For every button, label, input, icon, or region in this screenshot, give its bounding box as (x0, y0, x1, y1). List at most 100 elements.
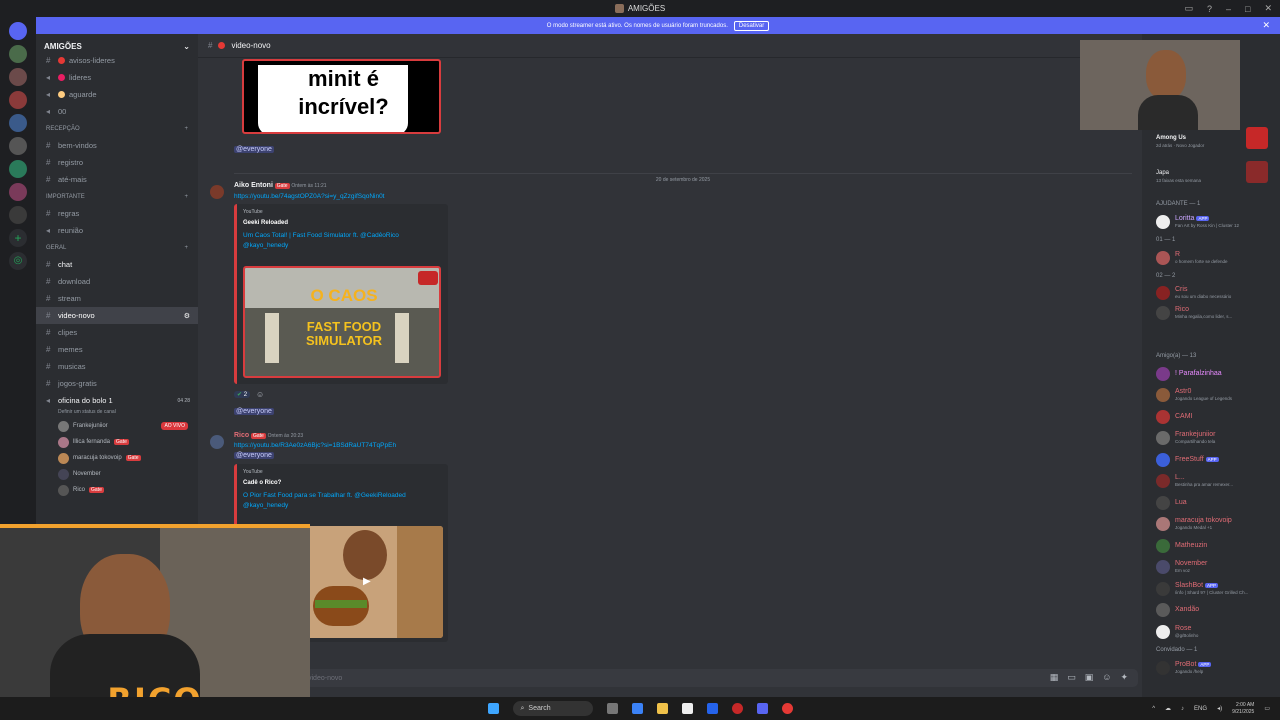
inbox-icon[interactable]: ▭ (1184, 3, 1193, 14)
channel-registro[interactable]: # registro (36, 154, 198, 171)
message-author[interactable]: Aiko Entoni (234, 182, 273, 189)
volume-icon[interactable]: ◂) (1217, 705, 1222, 712)
video-thumbnail[interactable]: O CAOS FAST FOOD SIMULATOR (243, 266, 441, 378)
channel-musicas[interactable]: # musicas (36, 358, 198, 375)
channel-aguarde[interactable]: ◂ aguarde (36, 86, 198, 103)
channel-reuniao[interactable]: ◂ reunião (36, 222, 198, 239)
add-server-icon[interactable]: + (9, 229, 27, 247)
settings-icon[interactable]: ⚙ (184, 312, 190, 320)
server-icon[interactable] (9, 183, 27, 201)
member-item[interactable]: Xandão (1142, 600, 1280, 622)
notification-icon[interactable]: ▭ (1264, 705, 1270, 712)
member-item[interactable]: November Em voz (1142, 557, 1280, 579)
clock[interactable]: 2:00 AM 9/21/2025 (1232, 702, 1254, 716)
member-item[interactable]: Frankejuniior Compartilhando tela (1142, 428, 1280, 450)
message-input[interactable]: video-novo ▦ ▭ ▣ ☺ ✦ (298, 669, 1138, 687)
voice-user[interactable]: November (36, 466, 198, 482)
add-reaction-icon[interactable]: ☺ (256, 390, 264, 399)
channel-video-novo[interactable]: # video-novo ⚙ (36, 307, 198, 324)
category-importante[interactable]: IMPORTANTE + (36, 188, 198, 205)
channel-lideres[interactable]: ◂ lideres (36, 69, 198, 86)
category-recepcao[interactable]: RECEPÇÃO + (36, 120, 198, 137)
embed-author[interactable]: Cadê o Rico? (243, 480, 442, 486)
category-geral[interactable]: Geral + (36, 239, 198, 256)
member-item[interactable]: Loritta APP Fan Art by Ross Kin | Cluster … (1142, 211, 1280, 233)
member-item[interactable]: L... Bestinha pra amar remexer... (1142, 471, 1280, 493)
language-indicator[interactable]: ENG (1194, 706, 1207, 712)
task-view-icon[interactable] (606, 703, 618, 714)
embed-title[interactable]: Um Caos Total! | Fast Food Simulator ft.… (243, 231, 438, 251)
voice-user[interactable]: maracuja tokovoip Gate (36, 450, 198, 466)
windows-start-icon[interactable] (487, 703, 499, 714)
server-icon[interactable] (9, 68, 27, 86)
activity-user[interactable]: Japa (1156, 170, 1169, 176)
member-item[interactable]: Lua (1142, 492, 1280, 514)
video-thumbnail[interactable]: ▶ (303, 526, 443, 638)
chevron-up-icon[interactable]: ^ (1152, 706, 1155, 712)
video-thumbnail[interactable]: minit é incrível? (242, 59, 441, 134)
cloud-icon[interactable]: ☁ (1165, 705, 1171, 712)
server-icon[interactable] (9, 114, 27, 132)
store-icon[interactable] (681, 703, 693, 714)
edge-icon[interactable] (631, 703, 643, 714)
server-icon[interactable] (9, 45, 27, 63)
member-item[interactable]: Cris eu sou um diabo necessário (1142, 283, 1280, 303)
opera-icon[interactable] (731, 703, 743, 714)
taskbar-search[interactable]: ⌕ Search (512, 701, 593, 716)
everyone-mention[interactable]: @everyone (234, 146, 274, 153)
channel-jogos-gratis[interactable]: # jogos-gratis (36, 375, 198, 392)
add-channel-icon[interactable]: + (184, 245, 188, 251)
server-icon[interactable] (9, 137, 27, 155)
member-item[interactable]: ! Parafalzinhaa (1142, 363, 1280, 385)
discover-icon[interactable]: ◎ (9, 252, 27, 270)
member-item[interactable]: Ro homem forte se defende (1142, 247, 1280, 269)
home-icon[interactable] (9, 22, 27, 40)
voice-status-hint[interactable]: Definir um status de canal (36, 409, 198, 418)
gif-icon[interactable]: ▭ (1067, 672, 1076, 683)
minimize-button[interactable]: – (1226, 4, 1231, 14)
voice-channel[interactable]: ◂ oficina do bolo 1 04 28 (36, 392, 198, 409)
member-item[interactable]: ProBot APP Jogando /help (1142, 657, 1280, 679)
close-button[interactable]: ✕ (1264, 3, 1272, 14)
apps-icon[interactable]: ✦ (1120, 672, 1128, 683)
member-item[interactable]: CAMI (1142, 406, 1280, 428)
member-item[interactable]: Rico Minha regalia,como lider, s... (1142, 303, 1280, 323)
add-channel-icon[interactable]: + (184, 194, 188, 200)
obs-icon[interactable] (781, 703, 793, 714)
member-item[interactable]: Rose @g/Bolinho (1142, 621, 1280, 643)
member-item[interactable]: Matheuzin (1142, 535, 1280, 557)
server-icon[interactable] (9, 91, 27, 109)
voice-user[interactable]: Frankejuniior AO VIVO (36, 418, 198, 434)
gift-icon[interactable]: ▦ (1050, 672, 1059, 683)
message-link[interactable]: https://youtu.be/74agstOPZ0A?si=y_qZzgif… (234, 193, 385, 200)
mic-icon[interactable]: ♪ (1181, 706, 1184, 712)
sticker-icon[interactable]: ▣ (1085, 672, 1094, 683)
voice-user[interactable]: Rico Gate (36, 482, 198, 498)
everyone-mention[interactable]: @everyone (234, 408, 274, 415)
voice-user[interactable]: lllica fernanda Gate (36, 434, 198, 450)
message-author[interactable]: Rico (234, 432, 249, 439)
banner-close-icon[interactable]: ✕ (1262, 20, 1270, 31)
member-item[interactable]: Astr0 Jogando League of Legends (1142, 385, 1280, 407)
channel-memes[interactable]: # memes (36, 341, 198, 358)
channel-avisos-lideres[interactable]: # avisos-lideres (36, 52, 198, 69)
reaction-check[interactable]: ✔ 2 (234, 391, 251, 398)
emoji-picker-icon[interactable]: ☺ (1102, 672, 1111, 683)
channel-regras[interactable]: # regras (36, 205, 198, 222)
server-icon[interactable] (9, 160, 27, 178)
avatar[interactable] (210, 185, 224, 199)
everyone-mention[interactable]: @everyone (234, 452, 274, 459)
channel-chat[interactable]: # chat (36, 256, 198, 273)
channel-stream[interactable]: # stream (36, 290, 198, 307)
member-item[interactable]: maracuja tokovoip Jogando Medal +1 (1142, 514, 1280, 536)
maximize-button[interactable]: □ (1245, 4, 1250, 14)
member-item[interactable]: SlashBot APP/info | Shard 9? | Cluster Gr… (1142, 578, 1280, 600)
outlook-icon[interactable] (706, 703, 718, 714)
embed-title[interactable]: O Pior Fast Food para se Trabalhar ft. @… (243, 491, 443, 511)
member-item[interactable]: FreeStuff APP (1142, 449, 1280, 471)
channel-download[interactable]: # download (36, 273, 198, 290)
avatar[interactable] (210, 435, 224, 449)
file-explorer-icon[interactable] (656, 703, 668, 714)
server-icon[interactable] (9, 206, 27, 224)
disable-streamer-button[interactable]: Desativar (733, 20, 770, 31)
